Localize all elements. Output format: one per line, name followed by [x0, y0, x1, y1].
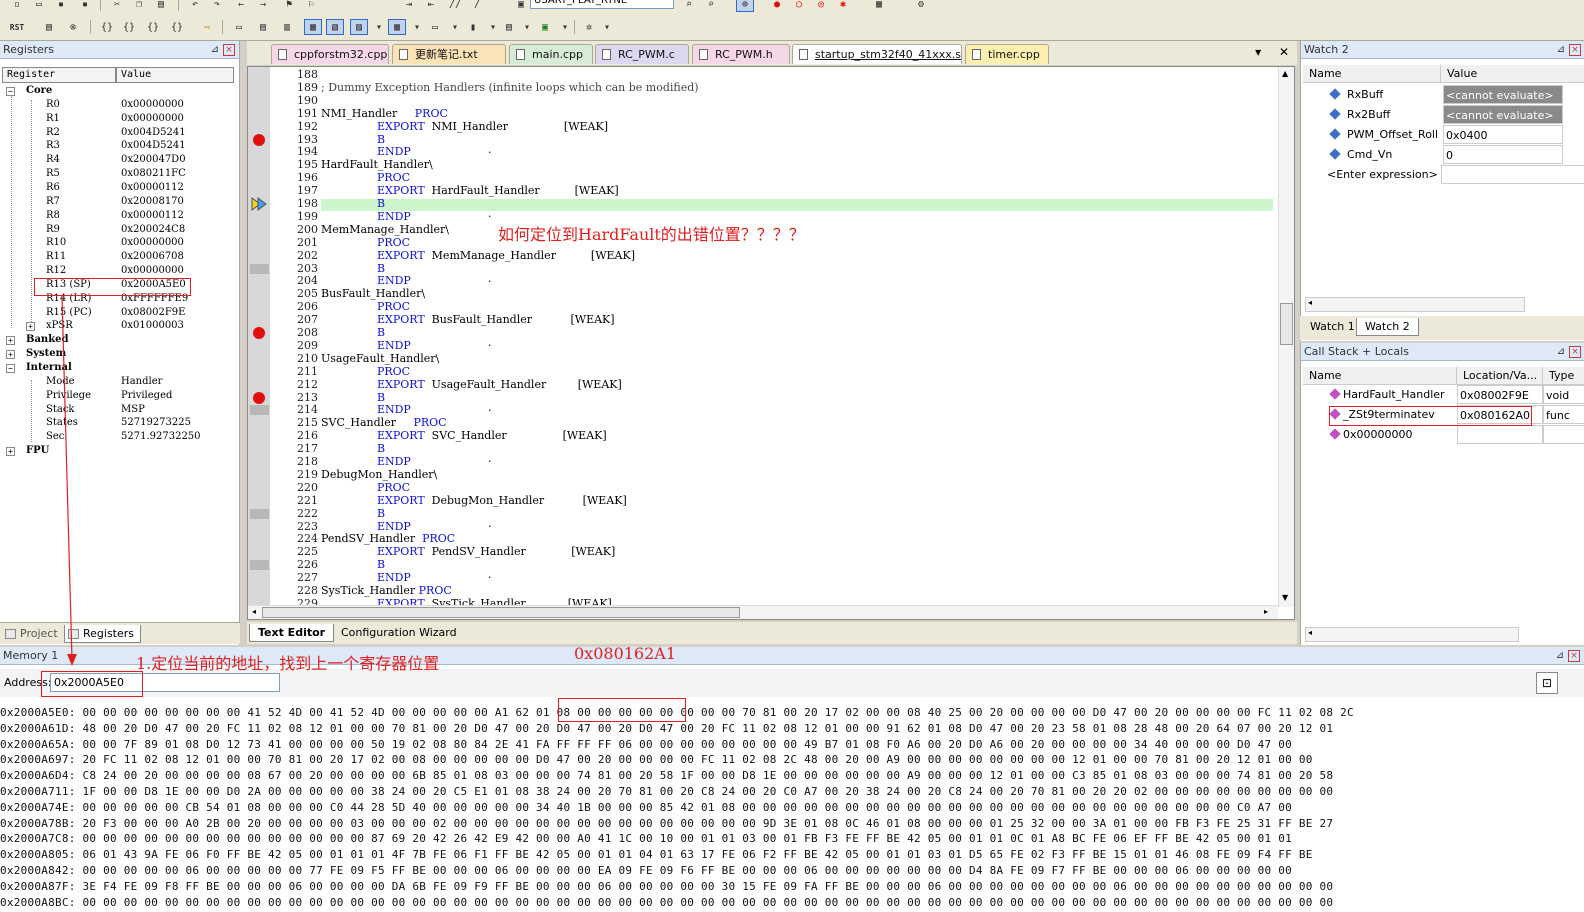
annotation-arrow [61, 295, 77, 666]
